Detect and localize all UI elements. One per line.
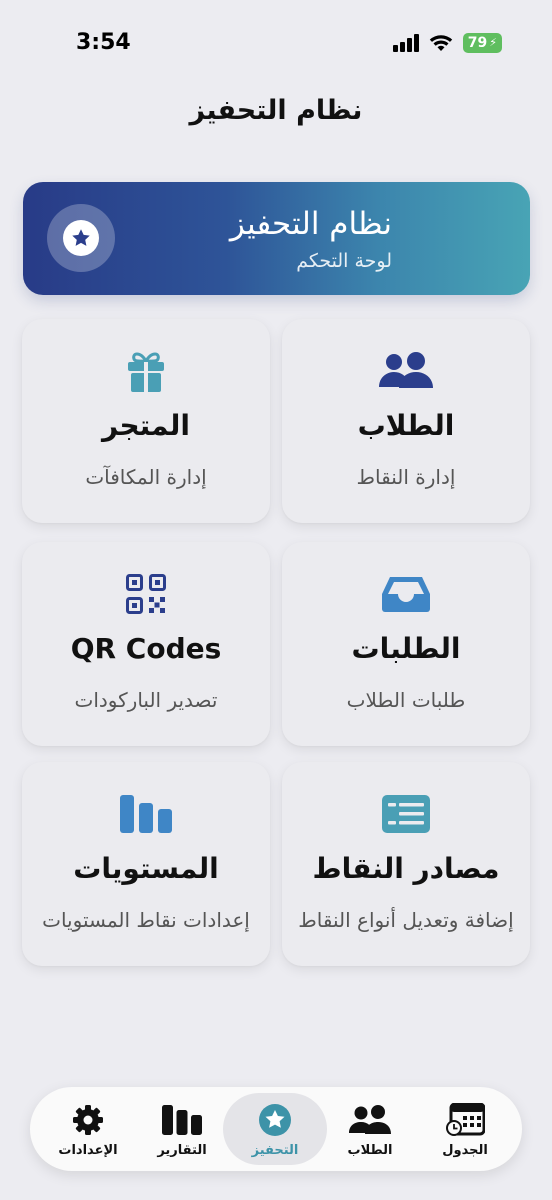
banner-subtitle: لوحة التحكم: [296, 250, 392, 272]
tab-students[interactable]: الطلاب: [318, 1093, 422, 1165]
dashboard-banner: نظام التحفيز لوحة التحكم: [23, 182, 530, 295]
users-icon: [282, 349, 530, 393]
wifi-icon: [429, 35, 452, 51]
tab-bar: الإعدادات التقارير التحفيز الطلاب الجدول: [30, 1087, 522, 1171]
tab-label: التقارير: [157, 1143, 207, 1158]
tab-label: الطلاب: [347, 1143, 393, 1158]
tab-label: الجدول: [442, 1143, 488, 1158]
banner-title: نظام التحفيز: [229, 206, 392, 242]
card-subtitle: إدارة النقاط: [356, 465, 456, 489]
status-time: 3:54: [76, 30, 131, 55]
card-subtitle: تصدير الباركودات: [74, 688, 218, 712]
tab-label: التحفيز: [251, 1143, 299, 1158]
card-title: الطلاب: [357, 409, 455, 442]
card-subtitle: إعدادات نقاط المستويات: [42, 908, 250, 932]
card-title: الطلبات: [351, 632, 461, 665]
card-qr-codes[interactable]: QR Codes تصدير الباركودات: [22, 542, 270, 746]
tab-settings[interactable]: الإعدادات: [36, 1093, 140, 1165]
card-requests[interactable]: الطلبات طلبات الطلاب: [282, 542, 530, 746]
banner-icon-circle: [47, 204, 115, 272]
status-icons: 79 ⚡: [392, 33, 502, 53]
tab-label: الإعدادات: [58, 1143, 118, 1158]
bar-chart-icon: [22, 792, 270, 836]
card-subtitle: طلبات الطلاب: [346, 688, 466, 712]
tab-reports[interactable]: التقارير: [130, 1093, 234, 1165]
gear-icon: [36, 1103, 140, 1137]
status-bar: 3:54 79 ⚡: [0, 0, 552, 90]
users-icon: [318, 1103, 422, 1137]
star-icon: [63, 220, 99, 256]
inbox-icon: [282, 572, 530, 616]
battery-level: 79: [467, 35, 488, 51]
tab-motivation[interactable]: التحفيز: [223, 1093, 327, 1165]
card-title: المتجر: [102, 409, 190, 442]
card-title: مصادر النقاط: [312, 852, 500, 885]
card-title: QR Codes: [70, 632, 222, 665]
page-title: نظام التحفيز: [189, 95, 363, 126]
list-icon: [282, 792, 530, 836]
gift-icon: [22, 349, 270, 393]
card-subtitle: إدارة المكافآت: [85, 465, 207, 489]
qr-code-icon: [22, 572, 270, 616]
tab-schedule[interactable]: الجدول: [413, 1093, 517, 1165]
card-students[interactable]: الطلاب إدارة النقاط: [282, 319, 530, 523]
calendar-clock-icon: [413, 1103, 517, 1137]
card-point-sources[interactable]: مصادر النقاط إضافة وتعديل أنواع النقاط: [282, 762, 530, 966]
card-title: المستويات: [73, 852, 219, 885]
star-icon: [223, 1103, 327, 1137]
card-levels[interactable]: المستويات إعدادات نقاط المستويات: [22, 762, 270, 966]
card-subtitle: إضافة وتعديل أنواع النقاط: [298, 908, 514, 932]
battery-indicator: 79 ⚡: [462, 33, 502, 53]
reports-icon: [130, 1103, 234, 1137]
signal-icon: [392, 34, 419, 52]
charging-icon: ⚡: [489, 36, 497, 49]
card-store[interactable]: المتجر إدارة المكافآت: [22, 319, 270, 523]
